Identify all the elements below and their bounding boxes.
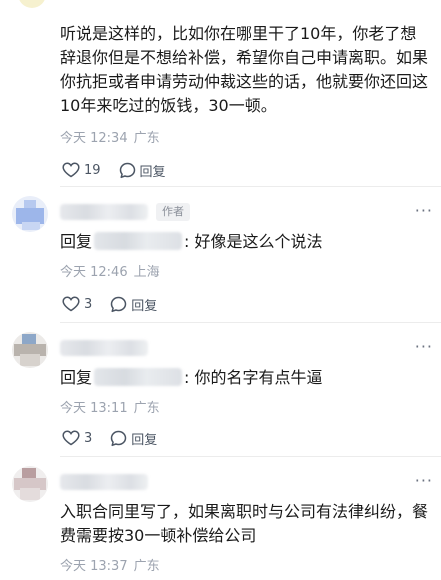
author-name-blurred[interactable]: [60, 474, 148, 490]
comment-location: 广东: [133, 131, 160, 146]
like-count: 3: [84, 296, 93, 312]
reply-text: : 你的名字有点牛逼: [184, 368, 323, 387]
avatar[interactable]: [12, 332, 48, 368]
author-name-blurred[interactable]: [60, 340, 148, 356]
like-button[interactable]: 19: [62, 162, 101, 178]
comment-time: 今天 12:34: [60, 131, 128, 146]
divider: [60, 322, 441, 323]
mentioned-user-blurred[interactable]: [94, 232, 183, 250]
comment-location: 广东: [133, 559, 160, 574]
comment-actions: 19 回复: [62, 160, 166, 180]
comment-time: 今天 13:11: [60, 401, 128, 416]
more-options-icon[interactable]: ···: [415, 473, 433, 489]
author-tag: 作者: [156, 203, 190, 221]
comment-actions: 3 回复: [62, 428, 157, 448]
avatar[interactable]: [12, 466, 48, 502]
comment-meta: 今天 13:11 广东: [60, 400, 160, 418]
reply-label: 回复: [131, 298, 158, 314]
divider: [60, 186, 441, 187]
reply-button[interactable]: 回复: [119, 161, 166, 180]
reply-prefix: 回复: [60, 232, 93, 251]
avatar[interactable]: [12, 196, 48, 232]
comment-time: 今天 13:37: [60, 559, 128, 574]
like-count: 19: [84, 162, 101, 178]
mentioned-user-blurred[interactable]: [94, 368, 183, 386]
comment-location: 广东: [133, 401, 160, 416]
reply-content: 回复 : 好像是这么个说法: [60, 230, 323, 254]
comment-text: 听说是这样的，比如你在哪里干了10年，你老了想辞退你但是不想给补偿，希望你自己申…: [60, 24, 429, 115]
heart-icon: [62, 430, 80, 446]
comment-text: 入职合同里写了，如果离职时与公司有法律纠纷，餐费需要按30一顿补偿给公司: [60, 502, 429, 545]
reply-label: 回复: [139, 164, 166, 180]
like-count: 3: [84, 430, 93, 446]
comment-bubble-icon: [111, 430, 127, 446]
comment-meta: 今天 12:34 广东: [60, 130, 160, 148]
comment-bubble-icon: [119, 162, 135, 178]
heart-icon: [62, 162, 80, 178]
comment-meta: 今天 12:46 上海: [60, 264, 160, 282]
reply-label: 回复: [131, 432, 158, 448]
comment-bubble-icon: [111, 296, 127, 312]
heart-icon: [62, 296, 80, 312]
reply-button[interactable]: 回复: [110, 295, 157, 314]
reply-content: 回复 : 你的名字有点牛逼: [60, 366, 323, 390]
more-options-icon[interactable]: ···: [415, 339, 433, 355]
reply-prefix: 回复: [60, 368, 93, 387]
like-button[interactable]: 3: [62, 296, 92, 312]
comment-location: 上海: [133, 265, 160, 280]
comment-meta: 今天 13:37 广东: [60, 558, 160, 576]
comment-time: 今天 12:46: [60, 265, 128, 280]
like-button[interactable]: 3: [62, 430, 92, 446]
comment-actions: 3 回复: [62, 294, 157, 314]
avatar[interactable]: [18, 0, 46, 8]
reply-text: : 好像是这么个说法: [184, 232, 323, 251]
reply-button[interactable]: 回复: [110, 429, 157, 448]
divider: [60, 456, 441, 457]
more-options-icon[interactable]: ···: [415, 203, 433, 219]
author-name-blurred[interactable]: [60, 204, 148, 220]
